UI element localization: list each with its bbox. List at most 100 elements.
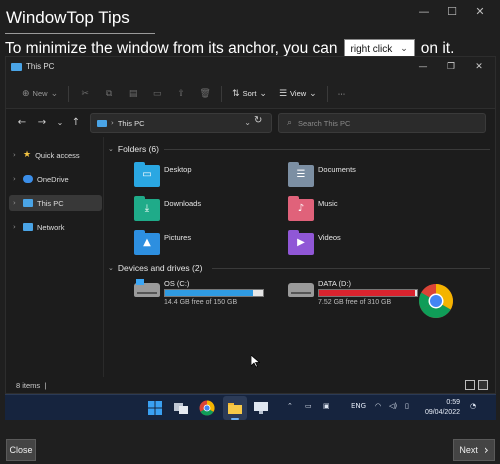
sidebar-item-quick-access[interactable]: › ★ Quick access bbox=[9, 147, 102, 163]
wifi-icon[interactable]: ◠ bbox=[375, 402, 381, 410]
forward-arrow-icon[interactable]: → bbox=[34, 115, 50, 131]
share-icon[interactable]: ⇪ bbox=[169, 89, 193, 99]
explorer-maximize-button[interactable]: ❐ bbox=[437, 59, 465, 75]
paste-icon[interactable]: ▤ bbox=[121, 89, 145, 99]
dropdown-value: right click bbox=[350, 43, 393, 55]
chrome-taskbar-icon[interactable] bbox=[199, 400, 215, 416]
pictures-folder-icon: ▲ bbox=[134, 230, 160, 255]
notifications-icon[interactable]: ◔ bbox=[470, 402, 476, 410]
sidebar-item-label: Quick access bbox=[35, 150, 80, 160]
folder-music[interactable]: ♪ Music bbox=[288, 196, 438, 227]
divider bbox=[212, 268, 490, 269]
drives-section-header[interactable]: ⌄ Devices and drives (2) bbox=[108, 263, 202, 273]
monitor-icon[interactable]: ▭ bbox=[305, 402, 312, 410]
cut-icon[interactable]: ✂ bbox=[73, 89, 97, 99]
documents-folder-icon: ☰ bbox=[288, 162, 314, 187]
expand-chevron-icon[interactable]: › bbox=[13, 199, 19, 207]
videos-folder-icon: ▶ bbox=[288, 230, 314, 255]
start-icon[interactable] bbox=[147, 400, 163, 416]
next-button[interactable]: Next › bbox=[453, 439, 495, 461]
volume-icon[interactable]: ◁) bbox=[389, 402, 397, 410]
address-box[interactable]: › This PC ⌄ bbox=[90, 113, 272, 133]
divider bbox=[221, 85, 223, 102]
folder-pictures[interactable]: ▲ Pictures bbox=[134, 230, 284, 261]
sidebar-item-network[interactable]: › Network bbox=[9, 219, 102, 235]
view-label: View bbox=[290, 89, 307, 98]
next-label: Next bbox=[459, 445, 478, 455]
command-bar: ⊕ New ⌄ ✂ ⧉ ▤ ▭ ⇪ 🗑 ⇅ Sort ⌄ ☰ View ⌄ ··… bbox=[6, 79, 495, 109]
rename-icon[interactable]: ▭ bbox=[145, 89, 169, 99]
tips-title: WindowTop Tips bbox=[6, 8, 130, 27]
sort-label: Sort bbox=[242, 89, 257, 98]
drive-name: DATA (D:) bbox=[318, 279, 352, 288]
address-dropdown-icon[interactable]: ⌄ bbox=[244, 118, 251, 127]
taskbar: ⌃ ▭ ▣ ENG ◠ ◁) ▯ 0:59 09/04/2022 ◔ bbox=[5, 394, 496, 420]
new-button[interactable]: ⊕ New ⌄ bbox=[16, 83, 64, 105]
close-window-button[interactable]: ✕ bbox=[466, 4, 494, 20]
navigation-pane: › ★ Quick access › OneDrive › This PC › … bbox=[6, 137, 104, 377]
recent-locations-chevron-icon[interactable]: ⌄ bbox=[52, 115, 68, 131]
delete-icon[interactable]: 🗑 bbox=[193, 89, 217, 99]
chevron-down-icon: ⌄ bbox=[259, 88, 267, 99]
remote-desktop-icon[interactable] bbox=[253, 400, 269, 416]
search-placeholder: Search This PC bbox=[298, 118, 351, 128]
sidebar-item-onedrive[interactable]: › OneDrive bbox=[9, 171, 102, 187]
copy-icon[interactable]: ⧉ bbox=[97, 89, 121, 99]
battery-icon[interactable]: ▯ bbox=[405, 402, 409, 410]
close-button[interactable]: Close bbox=[6, 439, 36, 461]
mouse-cursor-icon bbox=[251, 355, 260, 368]
explorer-close-button[interactable]: ✕ bbox=[465, 59, 493, 75]
breadcrumb-chevron-icon: › bbox=[111, 119, 114, 127]
details-view-icon[interactable] bbox=[465, 380, 475, 390]
os-drive-icon bbox=[134, 279, 160, 297]
clock-date: 09/04/2022 bbox=[424, 409, 460, 416]
desktop-folder-icon: ▭ bbox=[134, 162, 160, 187]
up-arrow-icon[interactable]: ↑ bbox=[68, 115, 84, 131]
title-underline bbox=[5, 33, 155, 34]
computer-icon bbox=[23, 199, 33, 207]
task-view-icon[interactable] bbox=[173, 400, 189, 416]
sidebar-item-label: This PC bbox=[37, 198, 64, 208]
expand-chevron-icon[interactable]: › bbox=[13, 151, 19, 159]
expand-chevron-icon[interactable]: › bbox=[13, 175, 19, 183]
folders-section-header[interactable]: ⌄ Folders (6) bbox=[108, 144, 159, 154]
folder-name: Videos bbox=[318, 233, 341, 242]
status-bar: 8 items | bbox=[6, 377, 495, 393]
explorer-title: This PC bbox=[26, 62, 55, 71]
chevron-right-icon: › bbox=[483, 443, 489, 457]
sort-button[interactable]: ⇅ Sort ⌄ bbox=[226, 83, 273, 105]
maximize-button[interactable]: ☐ bbox=[438, 4, 466, 20]
drive-free-space: 14.4 GB free of 150 GB bbox=[164, 299, 238, 306]
more-options-button[interactable]: ··· bbox=[332, 83, 352, 105]
sidebar-item-this-pc[interactable]: › This PC bbox=[9, 195, 102, 211]
device-icon[interactable]: ▣ bbox=[323, 402, 330, 410]
explorer-minimize-button[interactable]: — bbox=[409, 59, 437, 75]
folder-videos[interactable]: ▶ Videos bbox=[288, 230, 438, 261]
drive-c[interactable]: OS (C:) 14.4 GB free of 150 GB bbox=[134, 279, 294, 313]
tiles-view-icon[interactable] bbox=[478, 380, 488, 390]
back-arrow-icon[interactable]: ← bbox=[14, 115, 30, 131]
search-icon: ⌕ bbox=[287, 118, 293, 128]
collapse-chevron-icon: ⌄ bbox=[108, 145, 114, 153]
minimize-button[interactable]: — bbox=[410, 4, 438, 20]
show-hidden-icons-chevron-icon[interactable]: ⌃ bbox=[287, 402, 293, 410]
chrome-icon[interactable] bbox=[418, 283, 454, 319]
language-indicator[interactable]: ENG bbox=[351, 402, 366, 410]
view-button[interactable]: ☰ View ⌄ bbox=[273, 83, 323, 105]
drive-icon bbox=[288, 283, 314, 297]
file-explorer-icon[interactable] bbox=[227, 400, 243, 416]
folder-documents[interactable]: ☰ Documents bbox=[288, 162, 438, 193]
computer-icon bbox=[97, 119, 107, 127]
folders-header-label: Folders (6) bbox=[117, 144, 159, 154]
chevron-down-icon: ⌄ bbox=[50, 88, 59, 99]
refresh-icon[interactable]: ↻ bbox=[254, 115, 262, 126]
search-input[interactable]: ⌕ Search This PC bbox=[278, 113, 486, 133]
tips-titlebar: WindowTop Tips — ☐ ✕ bbox=[0, 0, 500, 36]
sidebar-item-label: OneDrive bbox=[37, 174, 69, 184]
address-bar-row: ← → ⌄ ↑ › This PC ⌄ ↻ ⌕ Search This PC bbox=[6, 109, 495, 137]
folder-downloads[interactable]: ⤓ Downloads bbox=[134, 196, 284, 227]
folder-desktop[interactable]: ▭ Desktop bbox=[134, 162, 284, 193]
expand-chevron-icon[interactable]: › bbox=[13, 223, 19, 231]
system-clock[interactable]: 0:59 09/04/2022 bbox=[425, 398, 460, 418]
downloads-folder-icon: ⤓ bbox=[134, 196, 160, 221]
